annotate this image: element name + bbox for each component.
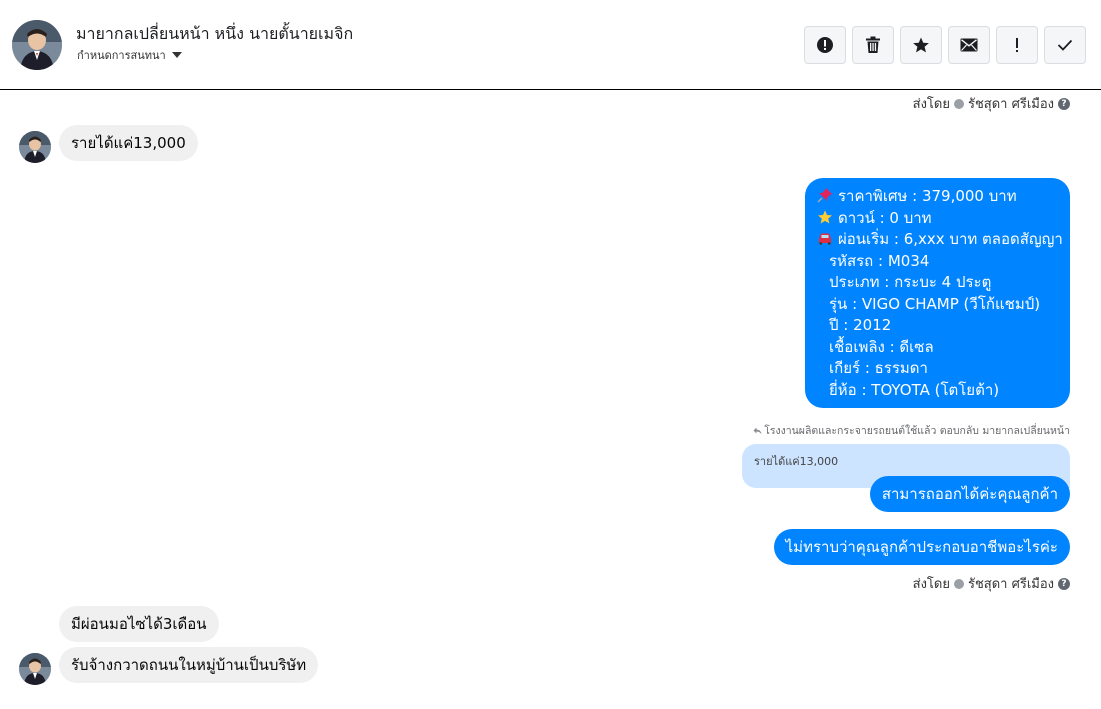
sent-by-label: ส่งโดย [912,97,950,112]
incoming-message[interactable]: รายได้แค่13,000 [59,125,198,161]
card-line-type: ประเภท : กระบะ 4 ประตู [829,273,992,291]
envelope-icon [960,38,978,52]
card-line-code: รหัสรถ : M034 [829,251,930,270]
done-button[interactable] [1044,26,1086,64]
contact-name: มายากลเปลี่ยนหน้า หนึ่ง นายตั้นายเมจิก [76,24,354,43]
star-emoji-icon [818,209,832,224]
card-line-installment: ผ่อนเริ่ม : 6,xxx บาท ตลอดสัญญา [817,229,1063,251]
outgoing-car-details-message[interactable]: ราคาพิเศษ : 379,000 บาท ดาวน์ : 0 บาท ผ่… [805,178,1070,408]
delete-button[interactable] [852,26,894,64]
contact-avatar[interactable] [12,20,62,70]
outgoing-message[interactable]: สามารถออกได้ค่ะคุณลูกค้า [869,476,1070,512]
card-line-brand: ยี่ห้อ : TOYOTA (โตโยต้า) [829,380,1000,399]
reply-arrow-icon [753,427,762,434]
sent-by-indicator: ส่งโดย รัชสุดา ศรีเมือง ? [913,573,1070,594]
star-icon [913,37,929,53]
alert-circle-icon [817,37,833,53]
sent-by-name[interactable]: รัชสุดา ศรีเมือง [968,573,1054,594]
incoming-message[interactable]: รับจ้างกวาดถนนในหมู่บ้านเป็นบริษัท [59,647,319,683]
card-line-year: ปี : 2012 [829,316,892,334]
card-line-text: ผ่อนเริ่ม : 6,xxx บาท ตลอดสัญญา [838,230,1063,248]
spam-button[interactable] [996,26,1038,64]
conversation-header: มายากลเปลี่ยนหน้า หนึ่ง นายตั้นายเมจิก ก… [0,0,1101,90]
card-line-text: ราคาพิเศษ : 379,000 บาท [838,187,1017,205]
help-icon[interactable]: ? [1058,97,1070,110]
mark-unread-button[interactable] [948,26,990,64]
incoming-message[interactable]: มีผ่อนมอไซได้3เดือน [59,606,219,642]
sender-avatar[interactable] [19,131,51,163]
trash-icon [866,36,880,53]
card-line-price: ราคาพิเศษ : 379,000 บาท [817,186,1058,208]
reply-context-text: โรงงานผลิตและกระจายรถยนต์ใช้แล้ว ตอบกลับ… [764,425,1070,437]
header-actions [804,26,1086,64]
card-line-gear: เกียร์ : ธรรมดา [829,359,928,377]
globe-icon [953,98,964,109]
sender-avatar[interactable] [19,653,51,685]
card-line-fuel: เชื้อเพลิง : ดีเซล [829,337,934,356]
card-line-down: ดาวน์ : 0 บาท [817,208,1058,230]
globe-icon [953,578,964,589]
outgoing-message[interactable]: ไม่ทราบว่าคุณลูกค้าประกอบอาชีพอะไรค่ะ [773,529,1070,565]
conversation-settings-label: กำหนดการสนทนา [77,49,166,62]
conversation-settings-dropdown[interactable]: กำหนดการสนทนา [77,46,182,64]
report-button[interactable] [804,26,846,64]
check-icon [1057,39,1073,51]
sent-by-indicator: ส่งโดย รัชสุดา ศรีเมือง ? [913,93,1070,114]
sent-by-label: ส่งโดย [912,577,950,592]
help-icon[interactable]: ? [1058,577,1070,590]
reply-context: โรงงานผลิตและกระจายรถยนต์ใช้แล้ว ตอบกลับ… [753,422,1070,439]
car-icon [819,233,831,245]
star-button[interactable] [900,26,942,64]
caret-down-icon [171,52,182,58]
card-line-model: รุ่น : VIGO CHAMP (วีโก้แชมป์) [829,294,1041,313]
exclamation-icon [1016,38,1018,52]
card-line-text: ดาวน์ : 0 บาท [838,208,932,227]
pushpin-icon [817,188,832,203]
sent-by-name[interactable]: รัชสุดา ศรีเมือง [968,93,1054,114]
